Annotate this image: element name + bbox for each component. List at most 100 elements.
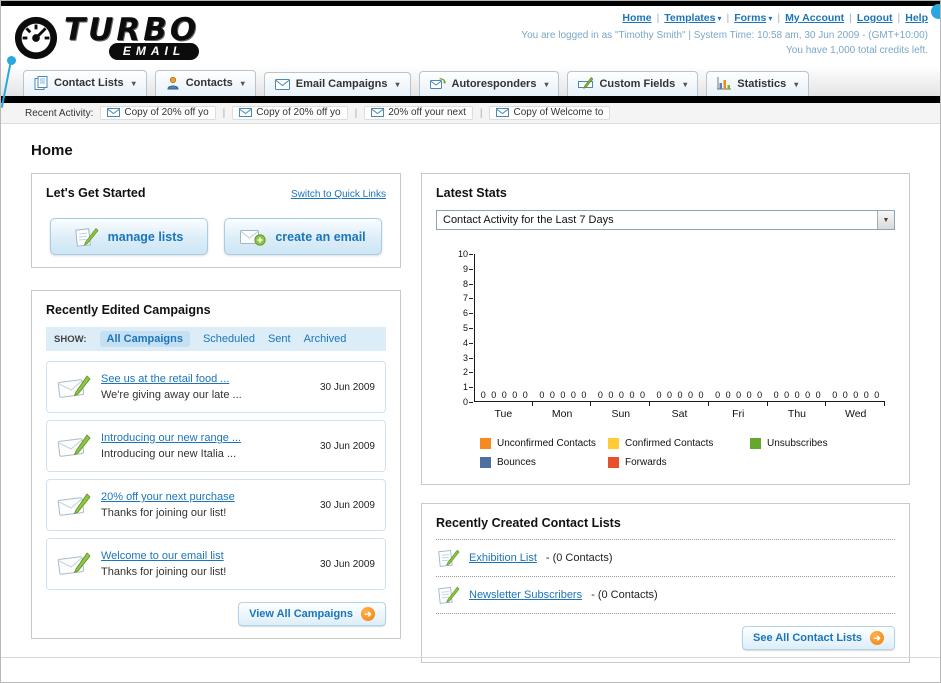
tab-contact-lists[interactable]: Contact Lists: [23, 70, 147, 96]
create-email-button[interactable]: create an email: [224, 218, 382, 255]
campaign-subtitle: Thanks for joining our list!: [101, 566, 227, 578]
y-axis-tick-label: 8: [452, 279, 474, 288]
y-axis-tick-label: 6: [452, 309, 474, 318]
header-right: Home Templates Forms My Account Logout Help Y…: [521, 10, 928, 66]
campaign-date: 30 Jun 2009: [319, 440, 375, 452]
contact-list-link[interactable]: Newsletter Subscribers: [469, 589, 582, 601]
nav-link-my-account[interactable]: My Account: [785, 12, 844, 24]
campaign-row[interactable]: 20% off your next purchase Thanks for jo…: [46, 479, 386, 531]
chart-values-group: 0 0 0 0 0: [715, 390, 763, 400]
campaign-title-link[interactable]: Welcome to our email list: [101, 550, 310, 562]
y-axis-tick-label: 10: [452, 250, 474, 259]
recent-activity-item[interactable]: Copy of 20% off yo: [100, 106, 216, 120]
nav-link-home[interactable]: Home: [622, 12, 651, 24]
campaign-date: 30 Jun 2009: [319, 558, 375, 570]
nav-link-forms[interactable]: Forms: [734, 12, 766, 24]
stats-range-select[interactable]: Contact Activity for the Last 7 Days: [436, 210, 895, 230]
recent-activity-item[interactable]: Copy of Welcome to: [489, 106, 611, 120]
chevron-down-icon: [130, 77, 136, 89]
campaign-row[interactable]: Introducing our new range ... Introducin…: [46, 420, 386, 472]
y-axis-tick-label: 1: [452, 383, 474, 392]
legend-label: Forwards: [625, 457, 667, 468]
tab-autoresponders[interactable]: Autoresponders: [418, 71, 560, 96]
tab-label: Contact Lists: [54, 77, 124, 89]
y-axis-tick-label: 2: [452, 368, 474, 377]
recent-activity-item[interactable]: Copy of 20% off yo: [232, 106, 348, 120]
page-title: Home: [31, 142, 73, 159]
filter-sent[interactable]: Sent: [268, 333, 291, 345]
manage-lists-button[interactable]: manage lists: [50, 218, 208, 255]
see-all-contact-lists-button[interactable]: See All Contact Lists: [741, 626, 895, 650]
contact-lists-title: Recently Created Contact Lists: [436, 516, 895, 540]
legend-label: Unsubscribes: [767, 438, 828, 449]
nav-divider-bar: [1, 96, 940, 103]
legend-swatch: [750, 438, 761, 449]
logo: TURBO EMAIL: [13, 10, 200, 66]
contact-activity-chart: 10 9 8 7 6 5 4 3 2 1 0 0 0 0 0 00 0 0 0 00 0 0 0 0…: [436, 250, 895, 420]
x-axis-label: Fri: [709, 402, 768, 420]
page: TURBO EMAIL Home Templates Forms My Account…: [0, 0, 941, 683]
tab-label: Autoresponders: [451, 77, 537, 90]
recent-activity-item[interactable]: 20% off your next: [364, 106, 473, 120]
filter-all-campaigns[interactable]: All Campaigns: [99, 331, 190, 347]
campaign-row[interactable]: Welcome to our email list Thanks for joi…: [46, 538, 386, 590]
campaign-filter-bar: SHOW: All Campaigns Scheduled Sent Archi…: [46, 327, 386, 351]
x-axis-label: Sun: [591, 402, 650, 420]
main-nav-tabs: Contact Lists Contacts Email Campaigns A…: [1, 66, 940, 96]
nav-link-logout[interactable]: Logout: [857, 12, 893, 24]
list-icon: [34, 76, 48, 90]
button-label: View All Campaigns: [249, 608, 353, 620]
left-column: Let's Get Started Switch to Quick Links …: [31, 173, 401, 639]
y-axis-tick-label: 4: [452, 338, 474, 347]
contact-list-count: - (0 Contacts): [545, 552, 613, 564]
get-started-title: Let's Get Started: [46, 186, 146, 200]
tab-email-campaigns[interactable]: Email Campaigns: [263, 72, 411, 96]
show-label: SHOW:: [54, 333, 87, 345]
legend-label: Bounces: [497, 457, 536, 468]
campaigns-title: Recently Edited Campaigns: [46, 303, 211, 317]
contact-list-item: Exhibition List - (0 Contacts): [436, 540, 895, 577]
button-label: manage lists: [107, 229, 184, 244]
chart-values-group: 0 0 0 0 0: [597, 390, 645, 400]
tab-custom-fields[interactable]: Custom Fields: [567, 71, 699, 96]
campaign-title-link[interactable]: 20% off your next purchase: [101, 491, 310, 503]
main-content: Home Let's Get Started Switch to Quick L…: [1, 124, 940, 663]
separator: [223, 108, 226, 119]
chevron-down-icon: [239, 77, 245, 89]
nav-link-templates[interactable]: Templates: [664, 12, 715, 24]
logo-text: TURBO EMAIL: [64, 12, 200, 60]
bar-chart-icon: [717, 77, 732, 90]
session-info: You are logged in as "Timothy Smith" | S…: [521, 30, 928, 41]
filter-archived[interactable]: Archived: [304, 333, 347, 345]
chevron-down-icon: [715, 12, 721, 24]
select-value: Contact Activity for the Last 7 Days: [443, 214, 614, 226]
separator: [480, 108, 483, 119]
nav-link-help[interactable]: Help: [905, 12, 928, 24]
chevron-down-icon: [792, 78, 798, 90]
chart-values-group: 0 0 0 0 0: [832, 390, 880, 400]
filter-scheduled[interactable]: Scheduled: [203, 333, 255, 345]
view-all-campaigns-button[interactable]: View All Campaigns: [238, 602, 386, 626]
chevron-down-icon: [766, 12, 772, 24]
envelope-icon: [239, 108, 253, 117]
dropdown-arrow-icon: [877, 211, 894, 229]
envelope-pencil-icon: [57, 551, 91, 577]
contact-list-link[interactable]: Exhibition List: [469, 552, 537, 564]
envelope-pencil-icon: [57, 374, 91, 400]
recent-campaigns-panel: Recently Edited Campaigns SHOW: All Camp…: [31, 290, 401, 639]
y-axis-tick-label: 3: [452, 353, 474, 362]
envelope-pencil-icon: [57, 492, 91, 518]
logo-text-turbo: TURBO: [64, 12, 200, 49]
callout-dot-right: [931, 4, 940, 19]
campaign-title-link[interactable]: See us at the retail food ...: [101, 373, 310, 385]
campaign-title-link[interactable]: Introducing our new range ...: [101, 432, 310, 444]
tab-contacts[interactable]: Contacts: [154, 70, 256, 96]
switch-quick-links-link[interactable]: Switch to Quick Links: [291, 189, 386, 200]
pencil-paper-icon: [438, 548, 460, 568]
pencil-paper-icon: [438, 585, 460, 605]
campaign-row[interactable]: See us at the retail food ... We're givi…: [46, 361, 386, 413]
tab-statistics[interactable]: Statistics: [706, 71, 810, 96]
speedometer-icon: [13, 15, 59, 61]
latest-stats-panel: Latest Stats Contact Activity for the La…: [421, 173, 910, 485]
chevron-down-icon: [393, 78, 399, 90]
